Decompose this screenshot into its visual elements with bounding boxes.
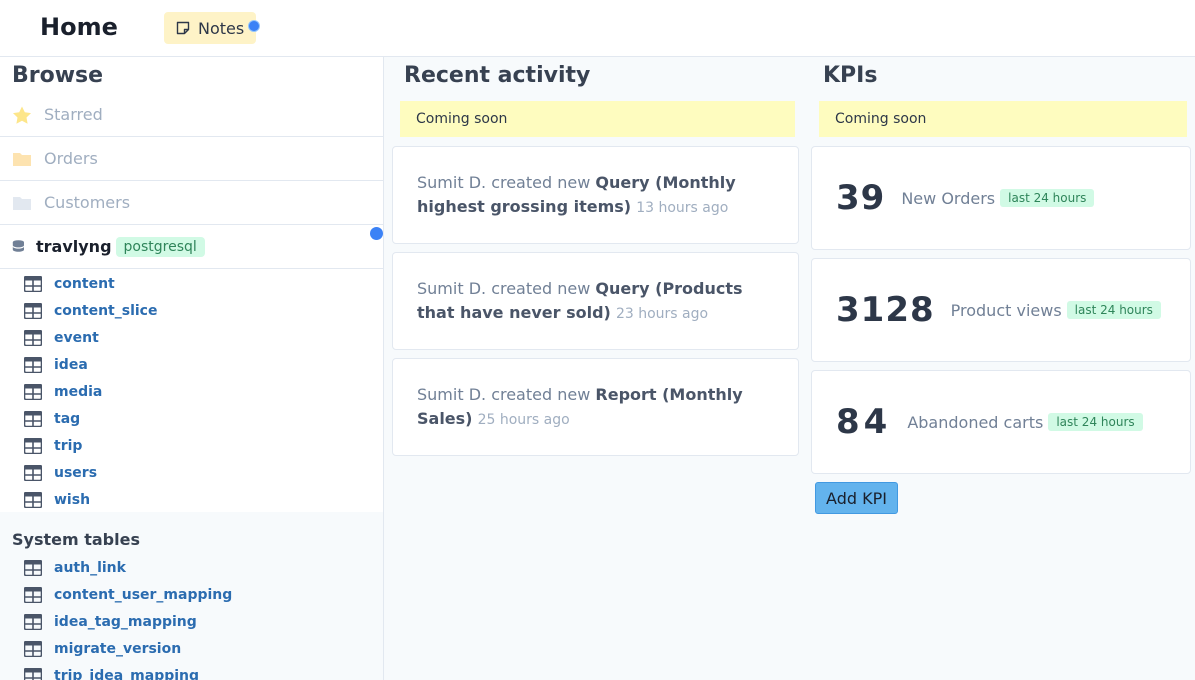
table-name: migrate_version xyxy=(54,640,182,657)
table-item[interactable]: content xyxy=(0,270,383,297)
table-name: auth_link xyxy=(54,559,126,576)
table-name: trip_idea_mapping xyxy=(54,667,200,680)
table-name: content_slice xyxy=(54,302,158,319)
folder-icon xyxy=(13,196,31,210)
kpi-label: Product views xyxy=(950,300,1062,320)
sidebar-item-orders[interactable]: Orders xyxy=(0,137,383,181)
table-name: media xyxy=(54,383,103,400)
table-icon xyxy=(24,559,42,576)
sidebar-item-database[interactable]: travlyng postgresql xyxy=(0,225,383,269)
kpi-card[interactable]: 84 Abandoned carts last 24 hours xyxy=(811,370,1191,474)
star-icon xyxy=(13,106,31,124)
table-icon xyxy=(24,329,42,346)
table-name: trip xyxy=(54,437,83,454)
sidebar-item-label: Starred xyxy=(44,105,103,124)
table-icon xyxy=(24,667,42,680)
folder-icon xyxy=(13,152,31,166)
activity-user: Sumit D. xyxy=(417,173,487,192)
table-item[interactable]: auth_link xyxy=(0,554,232,581)
table-icon xyxy=(24,383,42,400)
table-item[interactable]: users xyxy=(0,459,383,486)
table-name: idea_tag_mapping xyxy=(54,613,197,630)
sidebar-item-customers[interactable]: Customers xyxy=(0,181,383,225)
activity-time: 25 hours ago xyxy=(477,412,570,428)
kpi-period-badge: last 24 hours xyxy=(1000,189,1095,207)
top-bar: Home Notes xyxy=(0,0,1195,57)
activity-card[interactable]: Sumit D. created new Query (Products tha… xyxy=(392,252,799,350)
kpi-value: 3128 xyxy=(836,290,935,330)
database-name: travlyng xyxy=(36,237,112,256)
system-table-list: auth_link content_user_mapping idea_tag_ma… xyxy=(0,554,232,680)
activity-action: created new xyxy=(491,279,591,298)
table-icon xyxy=(24,437,42,454)
table-item[interactable]: tag xyxy=(0,405,383,432)
activity-card[interactable]: Sumit D. created new Query (Monthly high… xyxy=(392,146,799,244)
table-item[interactable]: wish xyxy=(0,486,383,513)
table-item[interactable]: content_slice xyxy=(0,297,383,324)
kpi-card[interactable]: 39 New Orders last 24 hours xyxy=(811,146,1191,250)
table-item[interactable]: event xyxy=(0,324,383,351)
kpi-label: Abandoned carts xyxy=(907,412,1044,432)
note-icon xyxy=(176,21,190,35)
sidebar-title: Browse xyxy=(12,63,104,88)
coming-soon-banner: Coming soon xyxy=(400,101,795,137)
notification-dot xyxy=(370,227,383,240)
table-item[interactable]: idea_tag_mapping xyxy=(0,608,232,635)
kpi-period-badge: last 24 hours xyxy=(1048,413,1143,431)
table-name: content_user_mapping xyxy=(54,586,233,603)
kpi-value: 39 xyxy=(836,178,886,218)
database-type-badge: postgresql xyxy=(115,236,205,257)
table-name: event xyxy=(54,329,99,346)
kpi-label: New Orders xyxy=(901,188,996,208)
sidebar-item-label: Orders xyxy=(44,149,98,168)
table-icon xyxy=(24,302,42,319)
system-tables-section: System tables auth_link content_user_mapp… xyxy=(0,512,383,680)
activity-card[interactable]: Sumit D. created new Report (Monthly Sal… xyxy=(392,358,799,456)
table-item[interactable]: trip xyxy=(0,432,383,459)
table-item[interactable]: media xyxy=(0,378,383,405)
table-icon xyxy=(24,410,42,427)
table-item[interactable]: idea xyxy=(0,351,383,378)
sidebar-item-label: Customers xyxy=(44,193,131,212)
activity-action: created new xyxy=(491,385,591,404)
coming-soon-banner: Coming soon xyxy=(819,101,1187,137)
page-title: Home xyxy=(40,13,118,41)
table-name: users xyxy=(54,464,98,481)
table-icon xyxy=(24,464,42,481)
notes-button[interactable]: Notes xyxy=(164,12,256,44)
table-icon xyxy=(24,640,42,657)
table-icon xyxy=(24,275,42,292)
kpis-title: KPIs xyxy=(823,63,878,88)
table-name: idea xyxy=(54,356,88,373)
table-icon xyxy=(24,491,42,508)
recent-activity-title: Recent activity xyxy=(404,63,591,88)
table-icon xyxy=(24,356,42,373)
kpi-value: 84 xyxy=(836,402,892,442)
table-list: content content_sliceevent idea media tag tri… xyxy=(0,270,383,513)
table-name: wish xyxy=(54,491,91,508)
activity-time: 13 hours ago xyxy=(636,200,729,216)
kpi-card[interactable]: 3128 Product views last 24 hours xyxy=(811,258,1191,362)
sidebar: Browse Starred Orders Customers travlyng… xyxy=(0,57,384,680)
table-icon xyxy=(24,613,42,630)
table-item[interactable]: trip_idea_mapping xyxy=(0,662,232,680)
activity-user: Sumit D. xyxy=(417,279,487,298)
add-kpi-button[interactable]: Add KPI xyxy=(815,482,898,514)
table-name: content xyxy=(54,275,115,292)
table-item[interactable]: content_user_mapping xyxy=(0,581,232,608)
database-icon xyxy=(12,239,24,252)
activity-time: 23 hours ago xyxy=(615,306,709,322)
table-item[interactable]: migrate_version xyxy=(0,635,232,662)
sidebar-item-starred[interactable]: Starred xyxy=(0,93,383,137)
table-name: tag xyxy=(54,410,81,427)
activity-user: Sumit D. xyxy=(417,385,487,404)
table-icon xyxy=(24,586,42,603)
main-content: Recent activity Coming soon Sumit D. cre… xyxy=(384,57,1195,680)
system-tables-title: System tables xyxy=(12,530,140,549)
notification-dot xyxy=(248,20,260,32)
activity-action: created new xyxy=(491,173,591,192)
notes-label: Notes xyxy=(198,18,245,38)
kpi-period-badge: last 24 hours xyxy=(1066,301,1161,319)
